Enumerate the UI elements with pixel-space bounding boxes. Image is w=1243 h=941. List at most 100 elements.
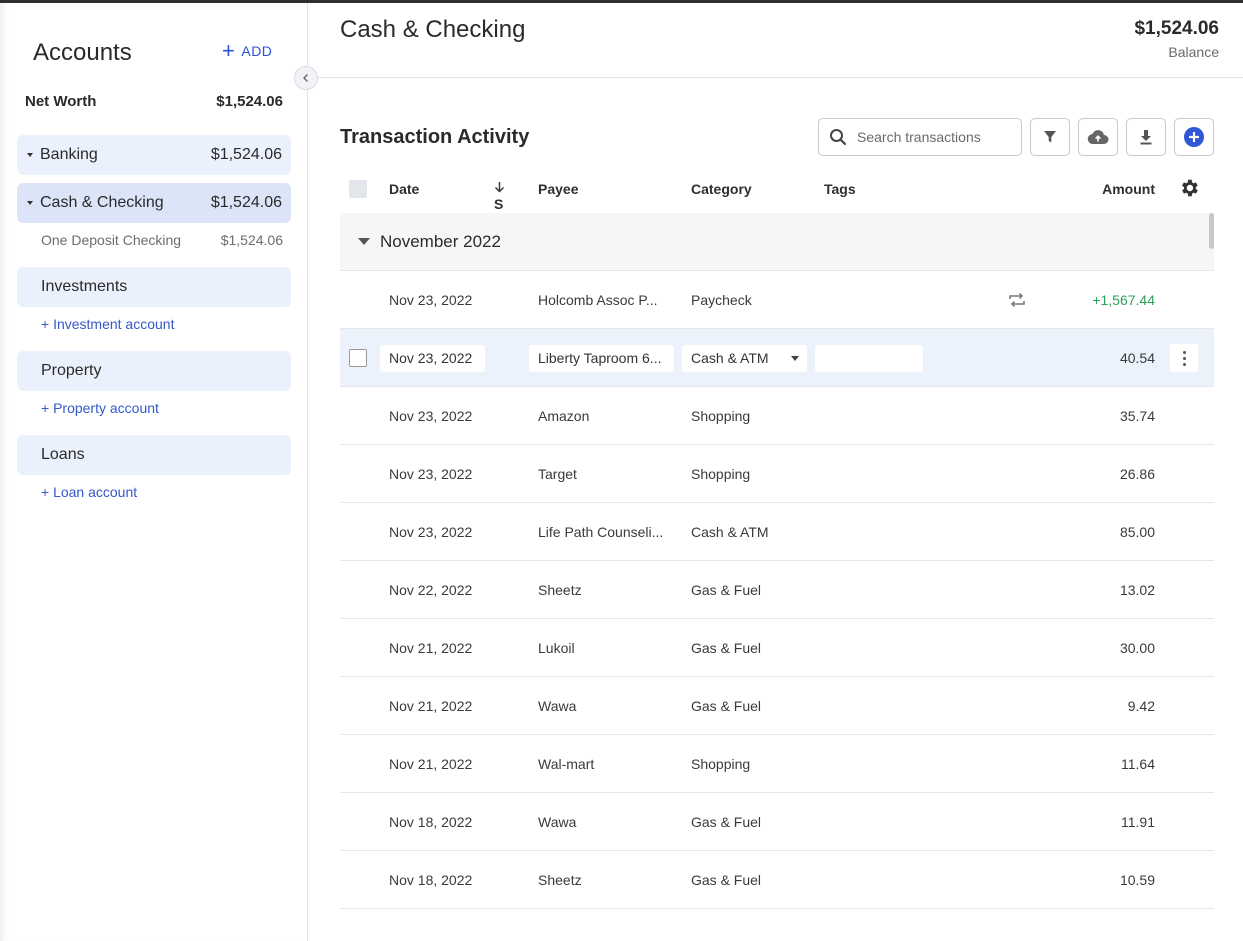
gear-icon — [1182, 179, 1198, 197]
balance-label: Balance — [1168, 44, 1219, 60]
sidebar-item-one-deposit-checking[interactable]: One Deposit Checking $1,524.06 — [41, 232, 283, 248]
caret-down-icon — [27, 153, 33, 157]
row-date: Nov 23, 2022 — [389, 292, 473, 308]
loans-label: Loans — [41, 446, 85, 463]
column-payee[interactable]: Payee — [538, 181, 578, 197]
search-input[interactable] — [857, 129, 1007, 145]
row-date: Nov 23, 2022 — [389, 466, 473, 482]
download-button[interactable] — [1126, 118, 1166, 156]
repeat-icon — [1009, 292, 1025, 308]
sort-down-arrow-icon — [495, 182, 504, 193]
table-row[interactable]: Nov 22, 2022 Sheetz Gas & Fuel 13.02 — [340, 561, 1214, 619]
month-group-header[interactable]: November 2022 — [340, 213, 1214, 271]
add-account-button[interactable]: + ADD — [222, 38, 273, 63]
table-row[interactable]: Nov 23, 2022 Amazon Shopping 35.74 — [340, 387, 1214, 445]
search-icon — [830, 129, 847, 146]
investments-label: Investments — [41, 278, 128, 295]
column-tags[interactable]: Tags — [824, 181, 856, 197]
table-row[interactable]: Nov 23, 2022 Life Path Counseli... Cash … — [340, 503, 1214, 561]
net-worth-row: Net Worth $1,524.06 — [25, 93, 283, 110]
column-category[interactable]: Category — [691, 181, 752, 197]
recurring-icon — [1007, 291, 1027, 312]
row-checkbox[interactable] — [349, 349, 367, 367]
date-field[interactable]: Nov 23, 2022 — [380, 345, 485, 372]
row-amount: 11.64 — [1121, 756, 1155, 772]
row-category: Cash & ATM — [691, 524, 769, 540]
row-payee: Lukoil — [538, 640, 575, 656]
row-payee: Wawa — [538, 814, 577, 830]
sidebar-group-investments[interactable]: Investments — [17, 267, 291, 307]
row-category: Shopping — [691, 466, 751, 482]
row-payee: Holcomb Assoc P... — [538, 292, 658, 308]
month-group-label: November 2022 — [380, 231, 501, 251]
column-date[interactable]: Date — [389, 181, 419, 197]
row-date: Nov 21, 2022 — [389, 640, 473, 656]
column-status[interactable]: S — [494, 181, 505, 212]
property-label: Property — [41, 362, 102, 379]
table-row[interactable]: Nov 21, 2022 Wal-mart Shopping 11.64 — [340, 735, 1214, 793]
sidebar-item-cash-checking[interactable]: Cash & Checking $1,524.06 — [17, 183, 291, 223]
caret-down-icon — [358, 238, 370, 245]
row-category: Shopping — [691, 408, 751, 424]
payee-field[interactable]: Liberty Taproom 6... — [529, 345, 674, 372]
row-date: Nov 23, 2022 — [389, 408, 473, 424]
row-category: Paycheck — [691, 292, 752, 308]
select-all-checkbox[interactable] — [349, 180, 367, 198]
row-more-button[interactable] — [1170, 344, 1198, 372]
table-row[interactable]: Nov 23, 2022 Target Shopping 26.86 — [340, 445, 1214, 503]
cloud-upload-icon — [1087, 130, 1109, 145]
row-amount: 9.42 — [1127, 698, 1155, 714]
upload-button[interactable] — [1078, 118, 1118, 156]
column-amount[interactable]: Amount — [1102, 181, 1155, 197]
row-date: Nov 22, 2022 — [389, 582, 473, 598]
row-amount: 10.59 — [1119, 872, 1155, 888]
net-worth-label: Net Worth — [25, 93, 97, 110]
sidebar-group-loans[interactable]: Loans — [17, 435, 291, 475]
category-select[interactable]: Cash & ATM — [682, 345, 807, 372]
filter-icon — [1044, 131, 1056, 143]
cash-checking-value: $1,524.06 — [210, 194, 282, 211]
row-date: Nov 23, 2022 — [389, 524, 473, 540]
add-circle-icon — [1184, 127, 1204, 147]
plus-icon: + — [222, 38, 236, 63]
table-row[interactable]: Nov 18, 2022 Sheetz Gas & Fuel 10.59 — [340, 851, 1214, 909]
row-category: Gas & Fuel — [691, 872, 762, 888]
sidebar-group-property[interactable]: Property — [17, 351, 291, 391]
row-payee: Target — [538, 466, 577, 482]
column-status-label: S — [494, 196, 504, 212]
filter-button[interactable] — [1030, 118, 1070, 156]
row-date: Nov 21, 2022 — [389, 756, 473, 772]
add-property-account-link[interactable]: + Property account — [41, 400, 159, 416]
accounts-sidebar: Accounts + ADD Net Worth $1,524.06 Banki… — [0, 3, 308, 941]
search-box[interactable] — [818, 118, 1022, 156]
row-payee: Wawa — [538, 698, 577, 714]
add-account-label: ADD — [241, 43, 273, 59]
row-amount: 35.74 — [1119, 408, 1155, 424]
row-amount: 26.86 — [1119, 466, 1155, 482]
add-transaction-button[interactable] — [1174, 118, 1214, 156]
add-investment-account-link[interactable]: + Investment account — [41, 316, 174, 332]
table-row[interactable]: Nov 18, 2022 Wawa Gas & Fuel 11.91 — [340, 793, 1214, 851]
cash-checking-label: Cash & Checking — [40, 194, 164, 211]
add-loan-account-link[interactable]: + Loan account — [41, 484, 137, 500]
row-amount: +1,567.44 — [1092, 292, 1155, 308]
row-payee: Wal-mart — [538, 756, 595, 772]
table-row[interactable]: Nov 21, 2022 Lukoil Gas & Fuel 30.00 — [340, 619, 1214, 677]
caret-down-icon — [27, 201, 33, 205]
collapse-sidebar-button[interactable] — [294, 66, 318, 90]
row-payee: Amazon — [538, 408, 590, 424]
row-amount: 11.91 — [1121, 814, 1155, 830]
download-icon — [1140, 130, 1152, 145]
row-date: Nov 18, 2022 — [389, 814, 473, 830]
scrollbar-thumb[interactable] — [1209, 213, 1214, 249]
table-row[interactable]: Nov 23, 2022 Holcomb Assoc P... Paycheck… — [340, 271, 1214, 329]
table-row-editing[interactable]: Nov 23, 2022 Liberty Taproom 6... Cash &… — [340, 329, 1214, 387]
table-row[interactable]: Nov 21, 2022 Wawa Gas & Fuel 9.42 — [340, 677, 1214, 735]
category-select-value: Cash & ATM — [691, 350, 769, 366]
sidebar-group-banking[interactable]: Banking $1,524.06 — [17, 135, 291, 175]
column-settings-button[interactable] — [1178, 177, 1200, 202]
tags-field[interactable] — [815, 345, 923, 372]
row-amount: 13.02 — [1119, 582, 1155, 598]
row-payee: Sheetz — [538, 872, 582, 888]
row-payee: Life Path Counseli... — [538, 524, 664, 540]
